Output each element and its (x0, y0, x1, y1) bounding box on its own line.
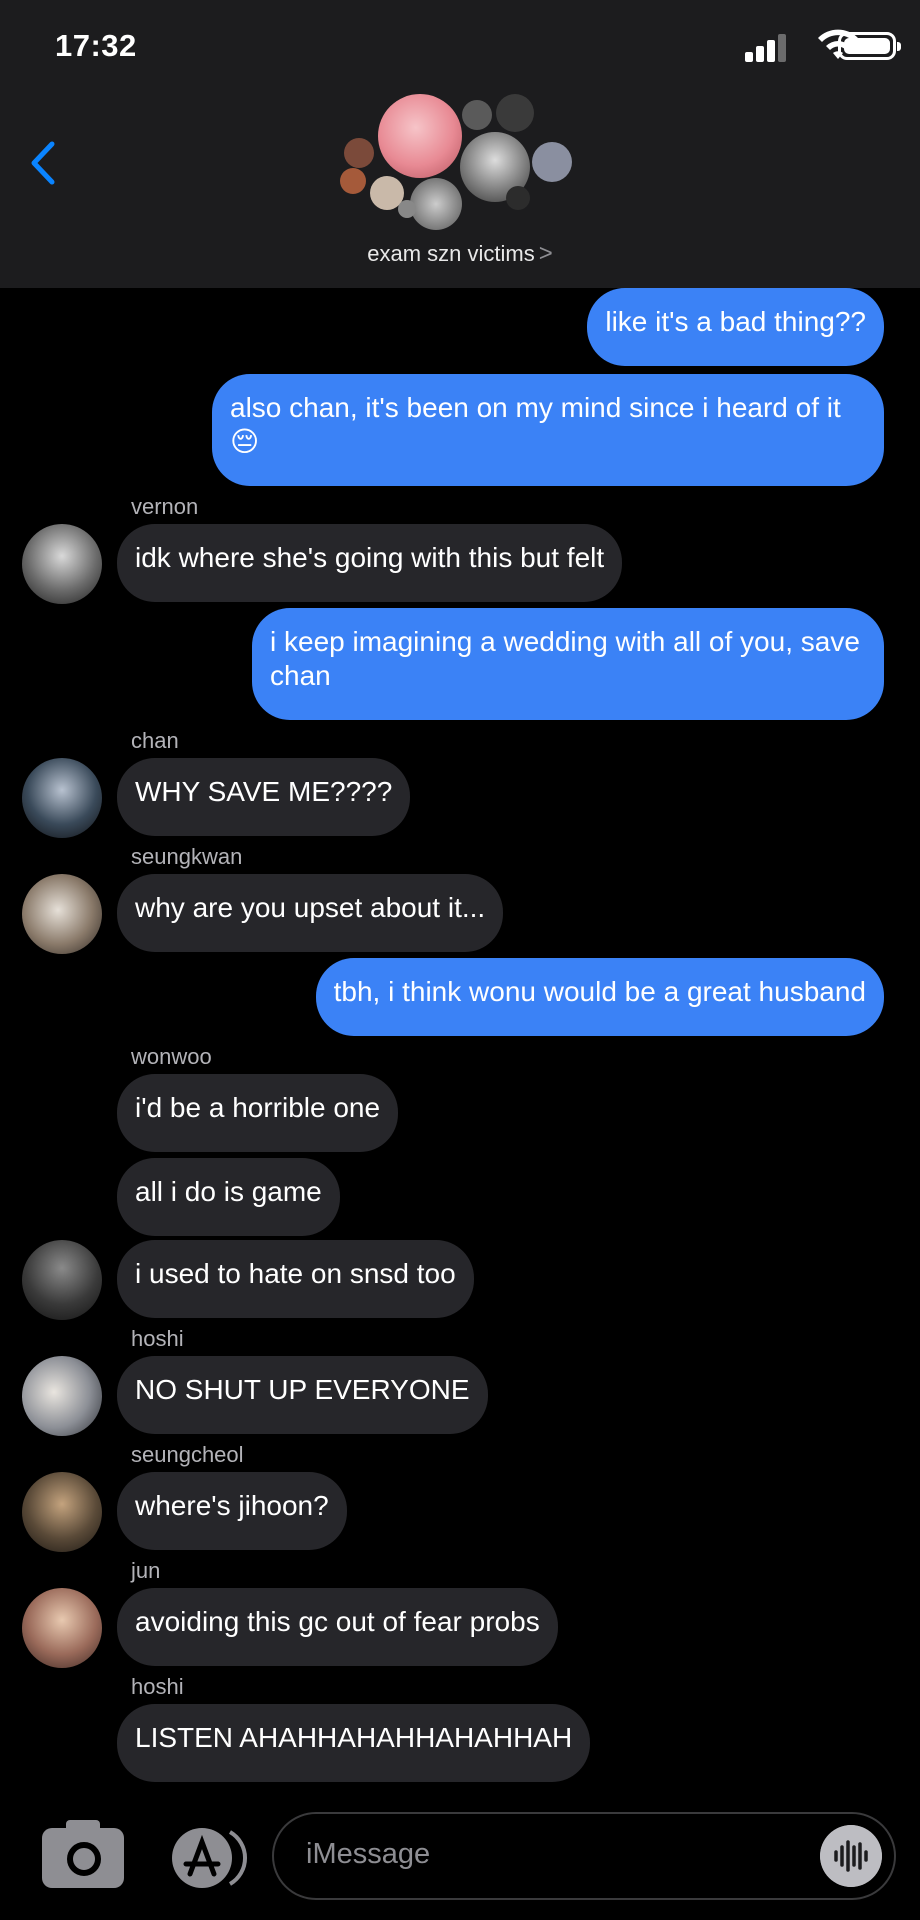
message-input[interactable]: iMessage (272, 1812, 896, 1900)
sender-name: wonwoo (131, 1044, 212, 1069)
sender-name: jun (131, 1558, 161, 1583)
avatar[interactable] (22, 524, 102, 604)
member-avatar (378, 94, 462, 178)
sender-name: hoshi (131, 1674, 184, 1699)
avatar[interactable] (22, 1356, 102, 1436)
member-avatar (462, 100, 492, 130)
incoming-message[interactable]: idk where she's going with this but felt (117, 524, 623, 602)
incoming-message[interactable]: NO SHUT UP EVERYONE (117, 1356, 488, 1434)
cellular-signal-icon (745, 34, 786, 62)
outgoing-message[interactable]: tbh, i think wonu would be a great husba… (315, 958, 884, 1036)
member-avatar (532, 142, 572, 182)
incoming-message[interactable]: why are you upset about it... (117, 874, 504, 952)
incoming-message[interactable]: where's jihoon? (117, 1472, 347, 1550)
group-avatar-cluster[interactable] (330, 88, 590, 238)
outgoing-message[interactable]: also chan, it's been on my mind since i … (212, 374, 884, 486)
avatar[interactable] (22, 1472, 102, 1552)
avatar[interactable] (22, 758, 102, 838)
sender-name: chan (131, 728, 179, 753)
member-avatar (496, 94, 534, 132)
incoming-message[interactable]: i used to hate on snsd too (117, 1240, 474, 1318)
member-avatar (344, 138, 374, 168)
sender-name: vernon (131, 494, 199, 519)
outgoing-message[interactable]: like it's a bad thing?? (587, 288, 884, 366)
waveform-icon[interactable] (820, 1825, 882, 1887)
battery-icon (838, 32, 901, 60)
incoming-message[interactable]: LISTEN AHAHHAHAHHAHAHHAH (117, 1704, 591, 1782)
compose-bar: iMessage (0, 1790, 920, 1920)
sender-name: hoshi (131, 1326, 184, 1351)
avatar[interactable] (22, 874, 102, 954)
member-avatar (340, 168, 366, 194)
incoming-message[interactable]: avoiding this gc out of fear probs (117, 1588, 558, 1666)
avatar[interactable] (22, 1240, 102, 1320)
sender-name: seungkwan (131, 844, 243, 869)
incoming-message[interactable]: all i do is game (117, 1158, 340, 1236)
group-name-label: exam szn victims (367, 241, 535, 266)
outgoing-message[interactable]: i keep imagining a wedding with all of y… (252, 608, 884, 720)
member-avatar (398, 200, 416, 218)
incoming-message[interactable]: i'd be a horrible one (117, 1074, 399, 1152)
chevron-left-icon[interactable] (26, 140, 60, 186)
camera-icon[interactable] (42, 1820, 124, 1888)
incoming-message[interactable]: WHY SAVE ME???? (117, 758, 411, 836)
member-avatar (410, 178, 462, 230)
avatar[interactable] (22, 1588, 102, 1668)
app-store-icon[interactable] (166, 1826, 250, 1890)
chevron-right-icon: > (538, 240, 553, 267)
conversation-header: 17:32 exam szn victims > (0, 0, 920, 288)
status-time: 17:32 (55, 28, 137, 63)
group-name[interactable]: exam szn victims > (0, 240, 920, 268)
message-input-placeholder: iMessage (306, 1838, 431, 1870)
sender-name: seungcheol (131, 1442, 244, 1467)
member-avatar (506, 186, 530, 210)
